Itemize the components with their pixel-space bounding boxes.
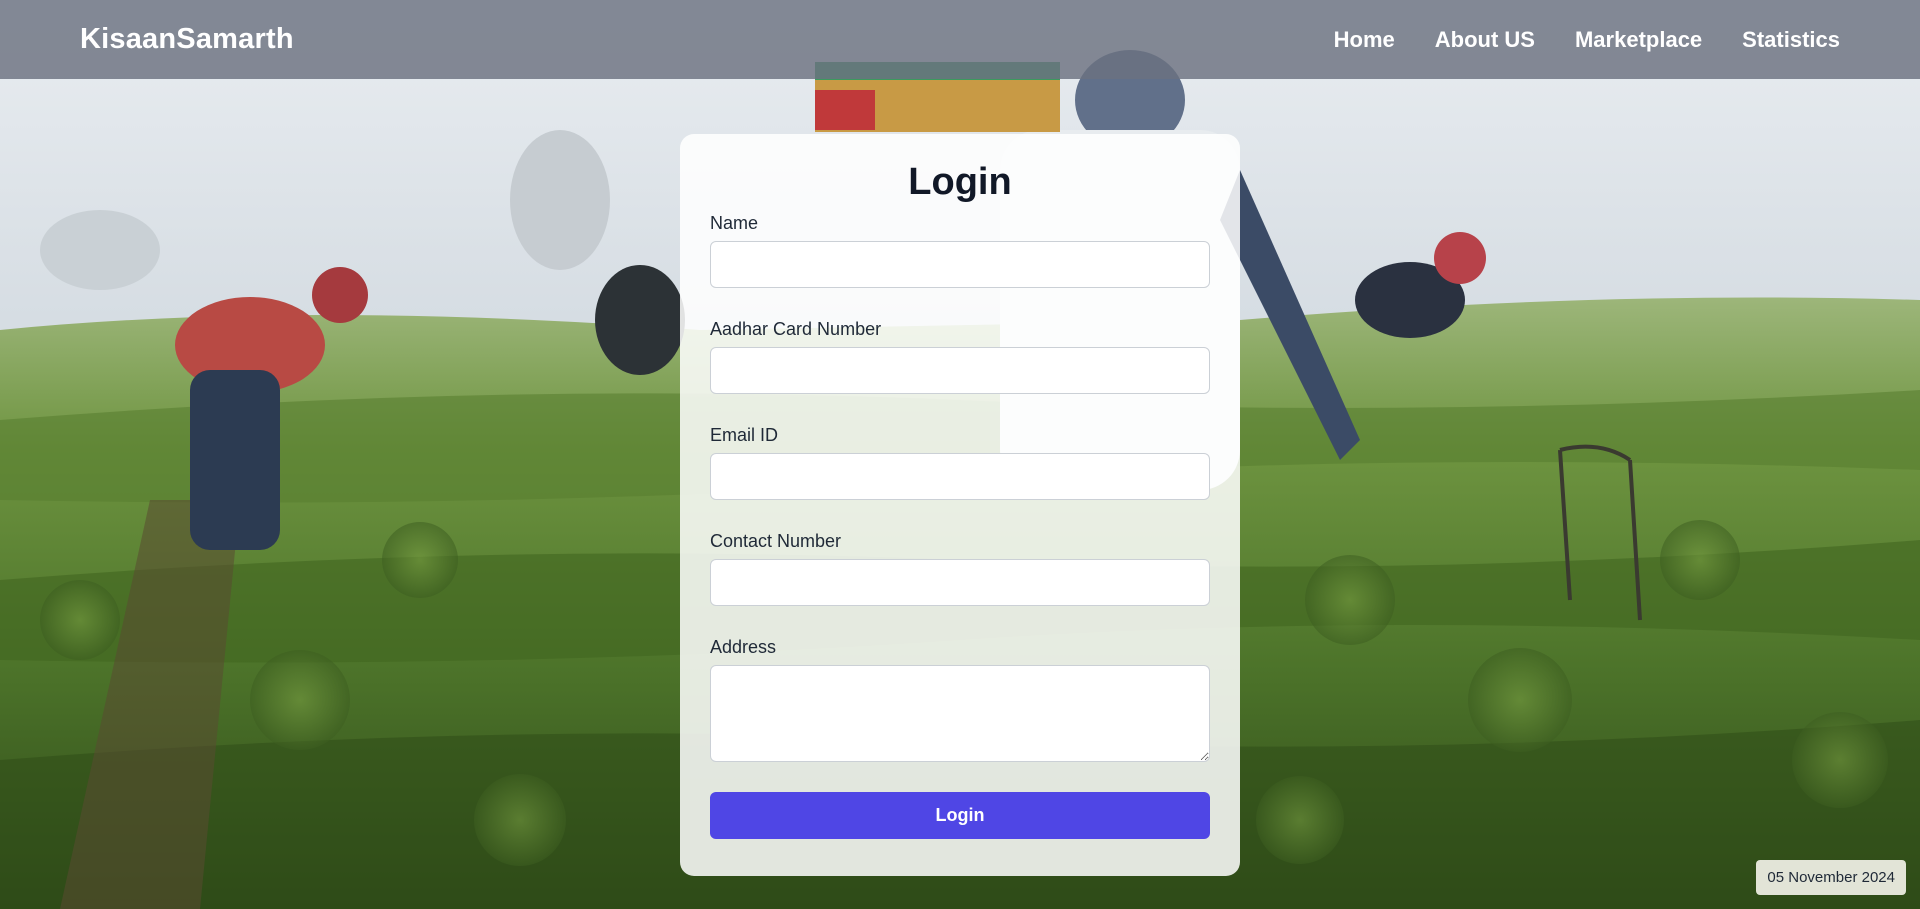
contact-input[interactable]: [710, 559, 1210, 606]
name-label: Name: [710, 213, 759, 233]
aadhar-input[interactable]: [710, 347, 1210, 394]
nav-links: Home About US Marketplace Statistics: [1334, 27, 1840, 53]
address-field-group: Address: [710, 636, 1210, 762]
aadhar-field-group: Aadhar Card Number: [710, 318, 1210, 394]
nav-statistics-link[interactable]: Statistics: [1742, 27, 1840, 53]
date-badge: 05 November 2024: [1756, 860, 1906, 895]
email-input[interactable]: [710, 453, 1210, 500]
contact-label: Contact Number: [710, 531, 842, 551]
address-textarea[interactable]: [710, 665, 1210, 762]
address-label: Address: [710, 637, 777, 657]
nav-home-link[interactable]: Home: [1334, 27, 1395, 53]
top-navbar: KisaanSamarth Home About US Marketplace …: [0, 0, 1920, 79]
aadhar-label: Aadhar Card Number: [710, 319, 882, 339]
email-field-group: Email ID: [710, 424, 1210, 500]
nav-about-link[interactable]: About US: [1435, 27, 1535, 53]
nav-marketplace-link[interactable]: Marketplace: [1575, 27, 1702, 53]
contact-field-group: Contact Number: [710, 530, 1210, 606]
email-label: Email ID: [710, 425, 779, 445]
login-submit-button[interactable]: Login: [710, 792, 1210, 839]
name-field-group: Name: [710, 212, 1210, 288]
name-input[interactable]: [710, 241, 1210, 288]
brand-logo[interactable]: KisaanSamarth: [80, 23, 294, 56]
page: KisaanSamarth Home About US Marketplace …: [0, 0, 1920, 909]
login-card: Login Name Aadhar Card Number Email ID C…: [680, 134, 1240, 876]
login-title: Login: [908, 161, 1012, 203]
